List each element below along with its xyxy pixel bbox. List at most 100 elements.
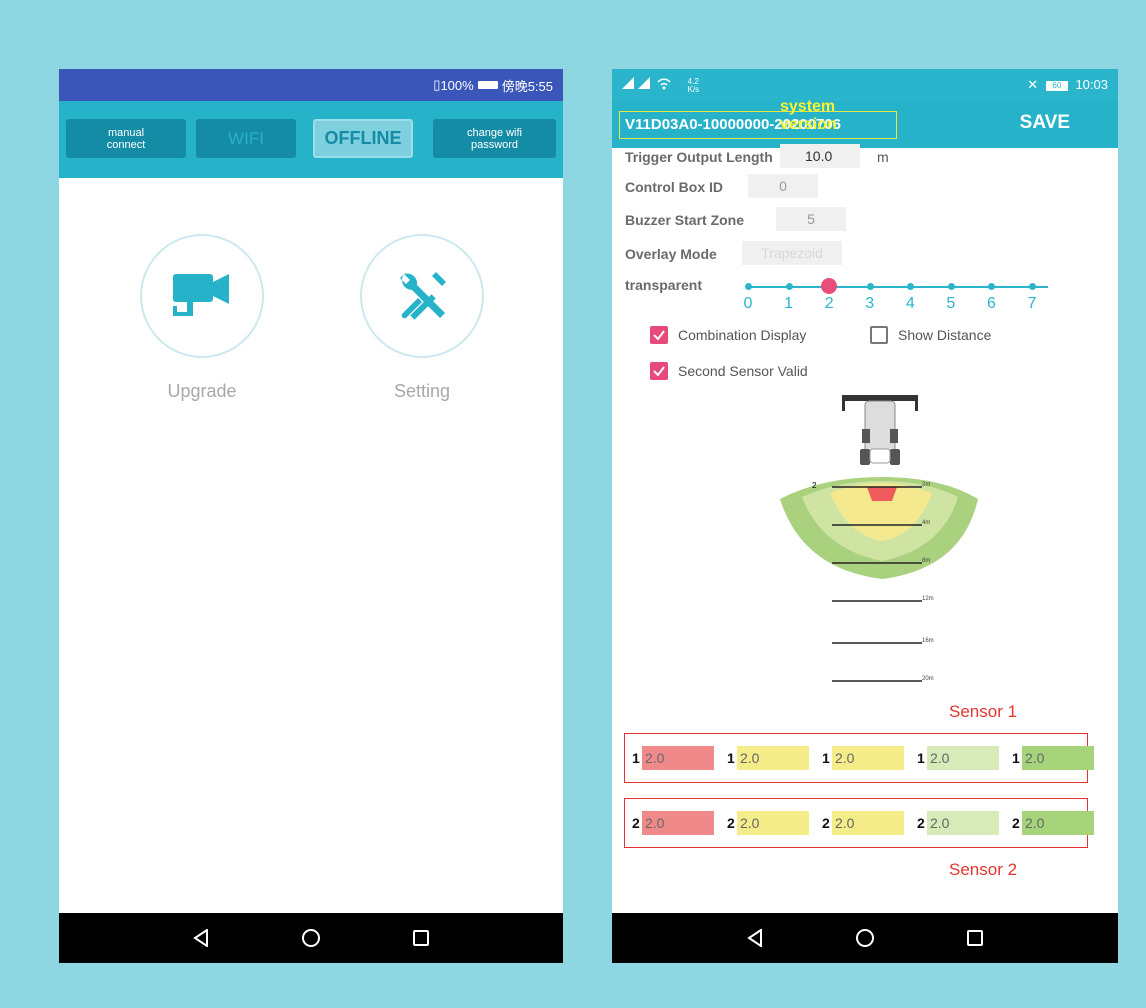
- sensor-reading-cell: 2 2.0: [727, 811, 809, 835]
- show-distance-checkbox[interactable]: Show Distance: [870, 326, 991, 344]
- slider-dot[interactable]: [745, 283, 752, 290]
- sensor-distance-value: 2.0: [737, 746, 809, 770]
- sensor-distance-value: 2.0: [927, 746, 999, 770]
- slider-tick-label: 0: [743, 295, 753, 312]
- system-version-note: system version: [780, 98, 837, 133]
- slider-dot[interactable]: [785, 283, 793, 290]
- recents-icon[interactable]: [920, 929, 1030, 947]
- distance-20m: 20m: [922, 676, 934, 682]
- combination-display-checkbox[interactable]: Combination Display: [650, 326, 806, 344]
- buzzer-start-zone-input[interactable]: 5: [776, 207, 846, 231]
- navigation-bar: [59, 913, 563, 963]
- slider-dot[interactable]: [1029, 283, 1036, 290]
- slider-tick-label: 2: [824, 295, 834, 312]
- sensor-reading-cell: 2 2.0: [822, 811, 904, 835]
- setting-menu-item[interactable]: Setting: [360, 234, 484, 402]
- checkbox-unchecked-icon[interactable]: [870, 326, 888, 344]
- sensor-number: 1: [1012, 750, 1020, 766]
- upgrade-circle[interactable]: [140, 234, 264, 358]
- distance-16m: 16m: [922, 638, 934, 644]
- sensor-number: 2: [727, 815, 735, 831]
- sensor-number: 1: [727, 750, 735, 766]
- slider-dot[interactable]: [866, 283, 874, 290]
- setting-label: Setting: [393, 381, 451, 401]
- battery-icon: [477, 81, 498, 89]
- battery-percent: 100%: [440, 77, 474, 93]
- sensor-number: 1: [917, 750, 925, 766]
- tools-icon: [400, 272, 446, 320]
- recents-icon[interactable]: [366, 929, 476, 947]
- status-right: ✕ 60 10:03: [1027, 77, 1108, 93]
- sensor-1-label: Sensor 1: [949, 702, 1018, 721]
- status-bar: ▯ 100% 傍晚5:55: [59, 69, 563, 101]
- offline-button[interactable]: OFFLINE: [313, 119, 413, 158]
- slider-tick-label: 7: [1027, 295, 1037, 312]
- upgrade-menu-item[interactable]: Upgrade: [140, 234, 264, 402]
- slider-tick-label: 1: [784, 295, 794, 312]
- sensor-number: 2: [632, 815, 640, 831]
- sensor-marker: 2: [812, 481, 817, 490]
- slider-thumb[interactable]: [821, 278, 838, 294]
- wifi-button[interactable]: WIFI: [196, 119, 296, 158]
- manual-connect-line2: connect: [106, 138, 146, 151]
- slider-tick-label: 6: [986, 295, 996, 312]
- home-icon[interactable]: [810, 928, 920, 948]
- show-distance-label: Show Distance: [898, 327, 992, 343]
- battery-icon: 60: [1045, 80, 1068, 91]
- right-phone-screen: 4.2 K/s ✕ 60 10:03 system version V11D03A…: [612, 69, 1118, 963]
- sensor-distance-value: 2.0: [927, 811, 999, 835]
- slider-tick-label: 4: [905, 295, 915, 312]
- sensor-distance-value: 2.0: [1022, 811, 1094, 835]
- transparent-label: transparent: [625, 277, 703, 293]
- sensor-distance-value: 2.0: [737, 811, 809, 835]
- change-wifi-password-button[interactable]: change wifi password: [433, 119, 556, 158]
- sensor-distance-value: 2.0: [832, 746, 904, 770]
- sensor-number: 2: [917, 815, 925, 831]
- vehicle-icon: [842, 395, 918, 465]
- camera-icon: [173, 274, 229, 316]
- slider-dot[interactable]: [947, 283, 955, 290]
- sensor-reading-cell: 2 2.0: [917, 811, 999, 835]
- manual-connect-line1: manual: [107, 126, 145, 139]
- status-time: 傍晚5:55: [501, 78, 553, 94]
- control-box-id-label: Control Box ID: [625, 179, 723, 195]
- sensor-distance-value: 2.0: [642, 811, 714, 835]
- buzzer-start-zone-label: Buzzer Start Zone: [625, 212, 745, 228]
- sensor-reading-cell: 1 2.0: [917, 746, 999, 770]
- sensor-number: 2: [1012, 815, 1020, 831]
- overlay-mode-label: Overlay Mode: [625, 246, 717, 262]
- slider-dot[interactable]: [988, 283, 996, 290]
- combination-display-label: Combination Display: [678, 327, 807, 343]
- slider-dot[interactable]: [907, 283, 915, 290]
- sensor-reading-cell: 2 2.0: [632, 811, 714, 835]
- sensor-1-readings: 1 2.0 1 2.0 1 2.0 1 2.0 1 2.0: [624, 733, 1094, 783]
- top-toolbar: system version V11D03A0-10000000-2020070…: [612, 98, 1118, 148]
- upgrade-label: Upgrade: [167, 381, 237, 401]
- sensor-2-readings: 2 2.0 2 2.0 2 2.0 2 2.0 2 2.0: [624, 798, 1094, 848]
- sensor-reading-cell: 1 2.0: [822, 746, 904, 770]
- distance-2m: 2m: [922, 482, 930, 488]
- checkbox-checked-icon[interactable]: [650, 362, 668, 380]
- trigger-output-length-input[interactable]: 10.0: [780, 144, 860, 168]
- trigger-unit: m: [877, 149, 889, 165]
- control-box-id-input[interactable]: 0: [748, 174, 818, 198]
- transparency-slider[interactable]: 0 1 2 3 4 5 6 7: [744, 278, 1048, 316]
- navigation-bar: [612, 913, 1118, 963]
- overlay-mode-select[interactable]: Trapezoid: [742, 241, 842, 265]
- second-sensor-valid-checkbox[interactable]: Second Sensor Valid: [650, 362, 808, 380]
- mute-icon: ✕: [1027, 77, 1039, 92]
- sensor-distance-value: 2.0: [1022, 746, 1094, 770]
- sensor-reading-cell: 1 2.0: [727, 746, 809, 770]
- sensor-distance-value: 2.0: [832, 811, 904, 835]
- system-version-box: system version V11D03A0-10000000-2020070…: [619, 98, 897, 139]
- status-bar: 4.2 K/s ✕ 60 10:03: [612, 69, 1118, 101]
- home-icon[interactable]: [256, 928, 366, 948]
- checkbox-checked-icon[interactable]: [650, 326, 668, 344]
- setting-circle[interactable]: [360, 234, 484, 358]
- manual-connect-button[interactable]: manual connect: [66, 119, 186, 158]
- back-icon[interactable]: [700, 929, 810, 947]
- back-icon[interactable]: [146, 929, 256, 947]
- save-button[interactable]: SAVE: [1020, 112, 1070, 134]
- network-speed-unit: K/s: [687, 85, 700, 95]
- slider-tick-label: 3: [865, 295, 875, 312]
